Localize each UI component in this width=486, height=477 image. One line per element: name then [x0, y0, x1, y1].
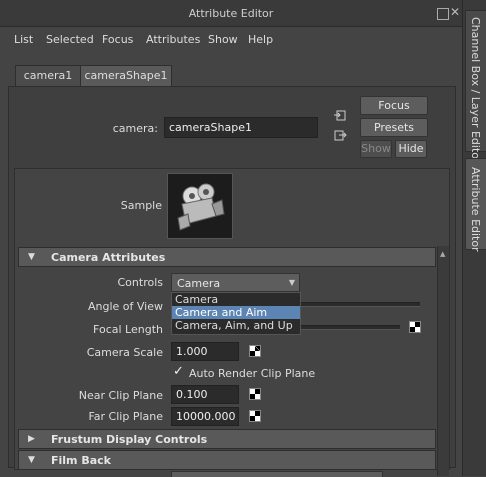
- near-clip-field[interactable]: 0.100: [171, 385, 239, 404]
- controls-label: Controls: [117, 276, 164, 289]
- controls-option[interactable]: Camera: [172, 293, 300, 306]
- hide-button[interactable]: Hide: [395, 140, 427, 158]
- expand-arrow-icon: ▼: [28, 252, 35, 262]
- camera-scale-field[interactable]: 1.000: [171, 342, 239, 361]
- presets-button[interactable]: Presets: [360, 118, 428, 137]
- auto-render-checkbox[interactable]: ✓: [173, 365, 185, 378]
- node-label: camera:: [112, 122, 158, 135]
- menu-selected[interactable]: Selected: [46, 33, 94, 46]
- expand-arrow-icon: ▼: [28, 455, 35, 465]
- controls-option-selected[interactable]: Camera and Aim: [172, 306, 300, 319]
- menu-list[interactable]: List: [14, 33, 33, 46]
- focus-button[interactable]: Focus: [360, 96, 428, 115]
- menu-bar: List Selected Focus Attributes Show Help: [0, 27, 462, 51]
- controls-dropdown-value: Camera: [177, 277, 221, 290]
- section-film-back[interactable]: ▼ Film Back: [18, 450, 436, 470]
- title-bar: Attribute Editor ✕: [0, 0, 462, 27]
- chevron-down-icon: ▼: [288, 278, 295, 287]
- tab-camerashape1[interactable]: cameraShape1: [80, 65, 172, 86]
- focal-length-slider[interactable]: [300, 325, 400, 330]
- scroll-up-icon[interactable]: ▲: [440, 250, 445, 258]
- dock-tab-label: Channel Box / Layer Editor: [469, 17, 482, 164]
- controls-dropdown[interactable]: Camera ▼: [171, 273, 300, 292]
- section-title: Camera Attributes: [51, 251, 166, 264]
- menu-show[interactable]: Show: [208, 33, 238, 46]
- tab-camera1[interactable]: camera1: [15, 65, 81, 86]
- angle-of-view-label: Angle of View: [87, 300, 163, 313]
- camera-sample-icon: [167, 173, 233, 239]
- auto-render-label: Auto Render Clip Plane: [189, 367, 316, 380]
- far-clip-field[interactable]: 10000.000: [171, 407, 239, 426]
- right-dock: Channel Box / Layer Editor Attribute Edi…: [462, 0, 486, 476]
- camera-scale-label: Camera Scale: [86, 346, 163, 359]
- float-icon[interactable]: [437, 8, 449, 20]
- film-back-dropdown[interactable]: [171, 471, 383, 477]
- far-clip-label: Far Clip Plane: [88, 410, 163, 423]
- menu-help[interactable]: Help: [248, 33, 273, 46]
- angle-of-view-slider[interactable]: [300, 302, 420, 307]
- controls-options-list: Camera Camera and Aim Camera, Aim, and U…: [171, 292, 301, 335]
- select-output-icon[interactable]: [334, 130, 347, 142]
- menu-attributes[interactable]: Attributes: [146, 33, 200, 46]
- section-title: Film Back: [51, 454, 111, 467]
- section-frustum-display-controls[interactable]: ▶ Frustum Display Controls: [18, 429, 436, 449]
- camera-scale-map-icon[interactable]: [249, 345, 261, 357]
- sample-label: Sample: [120, 199, 162, 212]
- menu-focus[interactable]: Focus: [102, 33, 133, 46]
- section-camera-attributes[interactable]: ▼ Camera Attributes: [18, 247, 436, 267]
- far-clip-map-icon[interactable]: [249, 410, 261, 422]
- node-name-field[interactable]: cameraShape1: [164, 117, 318, 138]
- window-title: Attribute Editor: [188, 7, 274, 20]
- tab-attribute-editor[interactable]: Attribute Editor: [465, 158, 486, 252]
- expand-arrow-icon: ▶: [28, 434, 35, 444]
- focal-length-map-icon[interactable]: [409, 321, 421, 333]
- select-input-icon[interactable]: [334, 110, 346, 121]
- near-clip-map-icon[interactable]: [249, 388, 261, 400]
- close-icon[interactable]: ✕: [450, 5, 460, 19]
- near-clip-label: Near Clip Plane: [78, 389, 163, 402]
- focal-length-label: Focal Length: [93, 323, 163, 336]
- vertical-scrollbar[interactable]: ▲: [437, 246, 449, 476]
- dock-tab-label: Attribute Editor: [469, 167, 482, 252]
- show-button[interactable]: Show: [360, 140, 392, 158]
- section-title: Frustum Display Controls: [51, 433, 208, 446]
- tab-channel-box-layer-editor[interactable]: Channel Box / Layer Editor: [465, 10, 486, 164]
- controls-option[interactable]: Camera, Aim, and Up: [172, 319, 300, 332]
